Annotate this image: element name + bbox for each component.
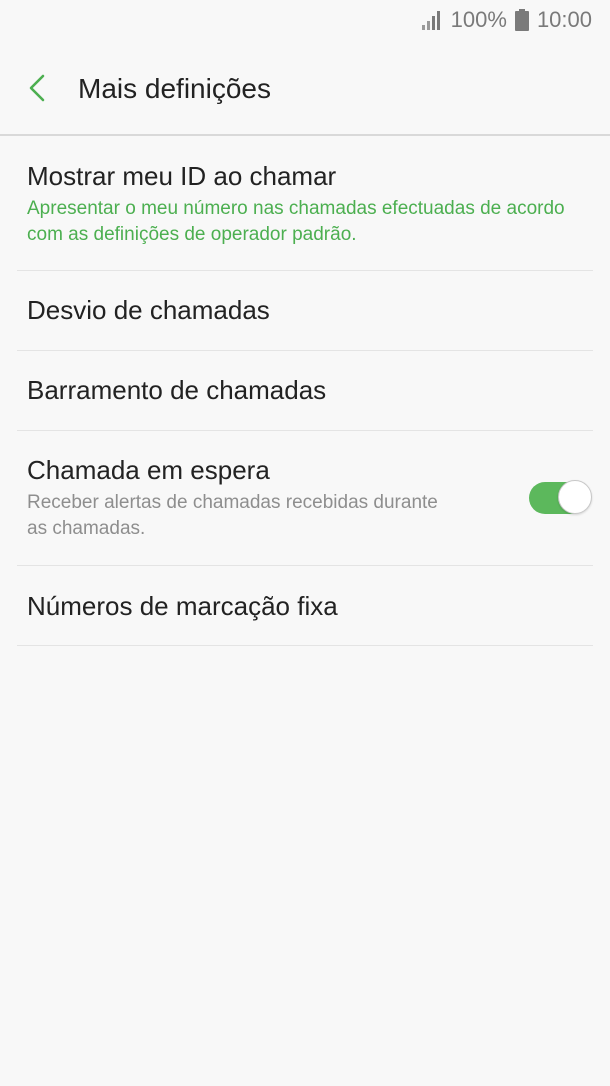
- setting-fixed-dialing[interactable]: Números de marcação fixa: [17, 566, 593, 646]
- app-header: Mais definições: [0, 40, 610, 136]
- setting-call-barring[interactable]: Barramento de chamadas: [17, 351, 593, 431]
- battery-icon: [514, 9, 529, 31]
- setting-call-forwarding-title: Desvio de chamadas: [27, 295, 270, 325]
- setting-call-forwarding[interactable]: Desvio de chamadas: [17, 271, 593, 351]
- signal-icon: [421, 11, 440, 30]
- chevron-left-icon: [29, 74, 45, 102]
- status-bar: 100% 10:00: [0, 0, 610, 40]
- setting-call-waiting-title: Chamada em espera: [27, 455, 270, 485]
- status-indicators: 100% 10:00: [421, 7, 592, 33]
- clock-time: 10:00: [536, 7, 592, 32]
- setting-fixed-dialing-title: Números de marcação fixa: [27, 591, 338, 621]
- setting-call-barring-title: Barramento de chamadas: [27, 375, 327, 405]
- setting-call-waiting[interactable]: Chamada em espera Receber alertas de cha…: [17, 431, 593, 566]
- page-title: Mais definições: [78, 73, 271, 104]
- toggle-knob: [558, 480, 592, 514]
- back-button[interactable]: [22, 70, 52, 106]
- setting-caller-id-subtitle: Apresentar o meu número nas chamadas efe…: [27, 198, 565, 245]
- setting-caller-id[interactable]: Mostrar meu ID ao chamar Apresentar o me…: [17, 136, 593, 271]
- settings-list: Mostrar meu ID ao chamar Apresentar o me…: [0, 136, 610, 646]
- battery-percentage: 100%: [450, 7, 507, 32]
- call-waiting-toggle[interactable]: [529, 480, 595, 516]
- setting-caller-id-title: Mostrar meu ID ao chamar: [27, 161, 337, 191]
- setting-call-waiting-subtitle: Receber alertas de chamadas recebidas du…: [27, 492, 438, 539]
